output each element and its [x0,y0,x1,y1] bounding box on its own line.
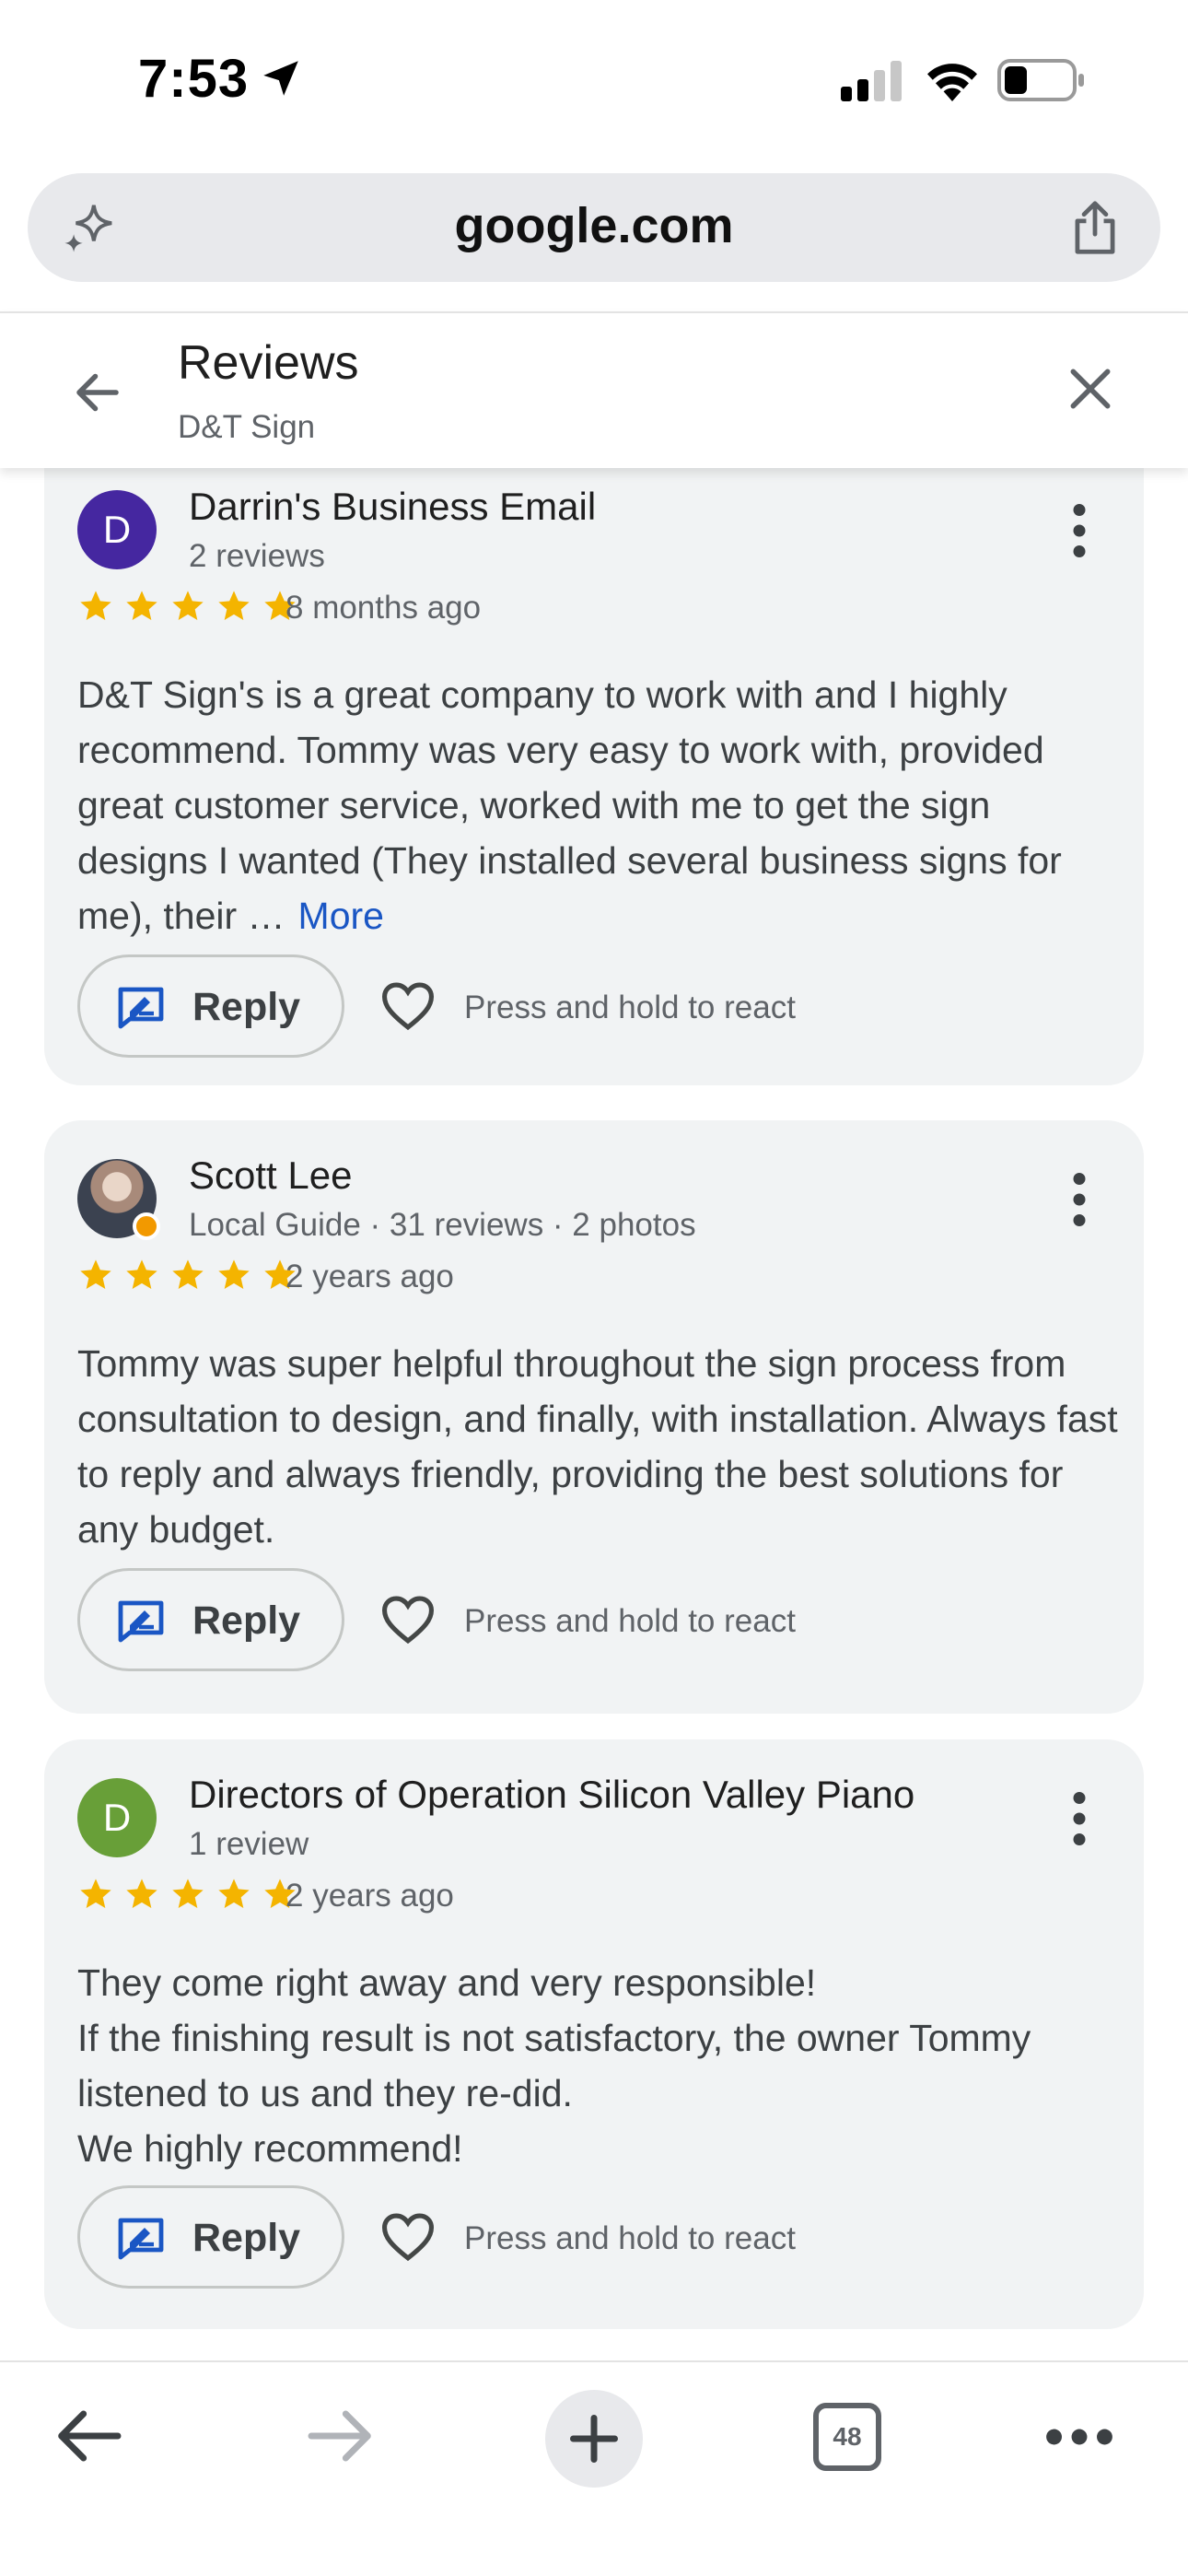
reply-icon [118,987,164,1029]
reply-label: Reply [192,2216,301,2260]
back-arrow-icon[interactable] [53,2406,123,2465]
star-icon [80,1879,111,1908]
browser-toolbar: 48 [0,2360,1188,2576]
star-icon [80,591,111,620]
review-text-line: They come right away and very responsibl… [77,1961,817,2004]
review-text-line: If the finishing result is not satisfact… [77,2017,1031,2114]
reviewer-meta: 2 reviews [189,538,325,574]
react-hint: Press and hold to react [464,1603,796,1639]
reviewer-name[interactable]: Darrin's Business Email [189,485,596,529]
review-text: Tommy was super helpful throughout the s… [77,1342,1118,1551]
avatar[interactable] [77,1159,160,1240]
address-bar[interactable]: google.com [28,173,1160,282]
reviewer-meta: 1 review [189,1826,309,1862]
more-vert-icon[interactable] [1070,1172,1089,1227]
url-text[interactable]: google.com [28,197,1160,254]
star-icon [126,591,157,620]
star-icon [126,1879,157,1908]
back-arrow-icon[interactable] [70,365,125,420]
reply-label: Reply [192,985,301,1029]
heart-icon[interactable] [379,980,437,1032]
react-hint: Press and hold to react [464,2220,796,2256]
star-rating [77,1876,298,1913]
location-arrow-icon [263,61,298,96]
new-tab-button[interactable] [545,2390,643,2488]
review-text: They come right away and very responsibl… [77,1955,1118,2176]
avatar[interactable]: D [77,490,157,569]
review-card: D Darrin's Business Email 2 reviews 8 mo… [44,468,1144,1085]
page-title: Reviews [178,336,359,390]
review-date: 2 years ago [285,1878,454,1914]
status-bar: 7:53 [0,0,1188,157]
reply-button[interactable]: Reply [77,2185,344,2289]
star-icon [126,1259,157,1289]
star-icon [218,591,250,620]
review-text: D&T Sign's is a great company to work wi… [77,667,1118,943]
wifi-icon [927,64,977,101]
star-icon [218,1259,250,1289]
reviews-header: Reviews D&T Sign [0,311,1188,468]
business-name: D&T Sign [178,409,316,445]
star-icon [218,1879,250,1908]
review-card: D Directors of Operation Silicon Valley … [44,1739,1144,2329]
more-vert-icon[interactable] [1070,503,1089,558]
reviews-list[interactable]: D Darrin's Business Email 2 reviews 8 mo… [0,468,1188,2360]
review-date: 8 months ago [285,590,482,626]
review-date: 2 years ago [285,1259,454,1294]
react-hint: Press and hold to react [464,989,796,1025]
star-rating [77,1257,298,1294]
signal-icon [841,61,902,101]
review-text-line: We highly recommend! [77,2127,463,2170]
star-icon [172,591,204,620]
avatar[interactable]: D [77,1778,157,1857]
reply-icon [118,2218,164,2260]
share-icon[interactable] [1068,199,1122,256]
tabs-icon[interactable]: 48 [813,2403,881,2471]
reviewer-meta: Local Guide · 31 reviews · 2 photos [189,1207,696,1243]
reviewer-name[interactable]: Directors of Operation Silicon Valley Pi… [189,1773,914,1817]
heart-icon[interactable] [379,2211,437,2263]
star-icon [80,1259,111,1289]
plus-icon [570,2415,618,2463]
review-text-body: D&T Sign's is a great company to work wi… [77,673,1062,937]
reviewer-name[interactable]: Scott Lee [189,1153,352,1198]
reply-label: Reply [192,1598,301,1643]
star-icon [172,1259,204,1289]
more-horiz-icon[interactable] [1044,2423,1114,2451]
forward-arrow-icon[interactable] [306,2406,376,2465]
close-icon[interactable] [1065,363,1116,415]
star-rating [77,588,298,625]
reply-icon [118,1600,164,1643]
star-icon [172,1879,204,1908]
reply-button[interactable]: Reply [77,954,344,1058]
battery-icon [997,59,1084,101]
heart-icon[interactable] [379,1594,437,1645]
review-card: Scott Lee Local Guide · 31 reviews · 2 p… [44,1120,1144,1714]
more-link[interactable]: More [298,895,384,937]
more-vert-icon[interactable] [1070,1791,1089,1846]
status-time: 7:53 [138,49,250,109]
local-guide-badge-icon [133,1212,160,1240]
reply-button[interactable]: Reply [77,1568,344,1671]
